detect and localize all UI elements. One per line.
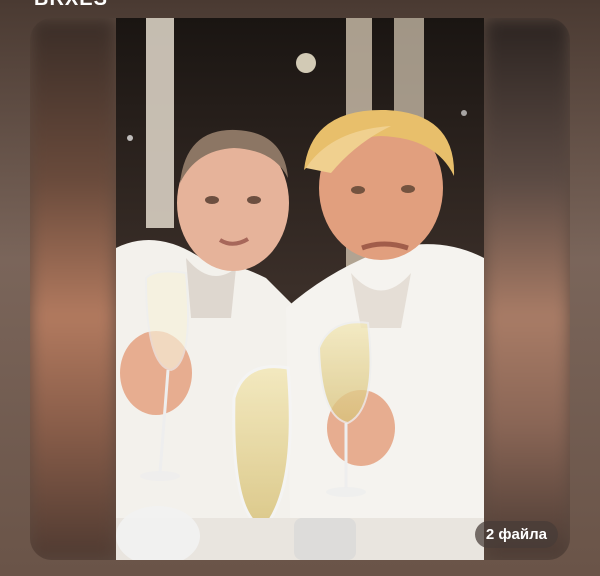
photo-illustration	[116, 18, 484, 560]
media-message-bubble[interactable]: 2 файла	[30, 18, 570, 560]
blurred-photo-edge-left	[30, 18, 116, 560]
photo-attachment[interactable]	[116, 18, 484, 560]
blurred-photo-edge-right	[484, 18, 570, 560]
header-title: BRXES	[34, 0, 108, 11]
chat-screen: BRXES	[0, 0, 600, 576]
files-count-badge[interactable]: 2 файла	[474, 521, 558, 548]
